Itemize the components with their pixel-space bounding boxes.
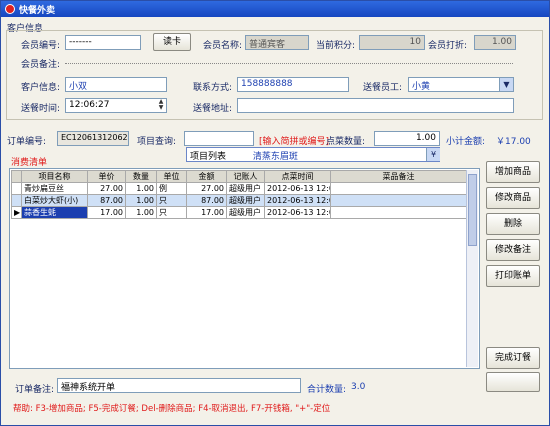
total-qty-label: 合计数量: — [307, 385, 347, 395]
member-id-label: 会员编号: — [21, 41, 61, 51]
column-header[interactable]: 金额 — [186, 170, 227, 183]
cell-time: 2012-06-13 12:07 — [264, 194, 331, 207]
column-header[interactable]: 点菜时间 — [264, 170, 331, 183]
finish-order-button[interactable]: 完成订餐 — [486, 347, 540, 369]
current-row-icon: ▶ — [11, 206, 22, 219]
cell-unit: 例 — [156, 182, 187, 195]
cell-clerk: 超级用户 — [226, 206, 265, 219]
print-bill-button[interactable]: 打印账单 — [486, 265, 540, 287]
column-header[interactable]: 数量 — [125, 170, 157, 183]
window-title: 快餐外卖 — [19, 6, 56, 16]
column-header[interactable]: 菜品备注 — [330, 170, 467, 183]
cell-price: 87.00 — [87, 194, 126, 207]
row-indicator — [11, 182, 22, 195]
total-qty-value: 3.0 — [351, 382, 366, 392]
customer-info-field[interactable]: 小双 — [65, 77, 167, 92]
courier-label: 送餐员工: — [363, 83, 403, 93]
time-spinner-icon[interactable]: ▲ ▼ — [156, 99, 166, 112]
cell-clerk: 超级用户 — [226, 182, 265, 195]
cell-time: 2012-06-13 12:07 — [264, 182, 331, 195]
add-item-button[interactable]: 增加商品 — [486, 161, 540, 183]
qty-label: 点菜数量: — [326, 137, 366, 147]
cell-amount: 27.00 — [186, 182, 227, 195]
member-name-label: 会员名称: — [203, 41, 243, 51]
table-scrollbar[interactable] — [466, 170, 478, 367]
member-name-field: 普通宾客 — [245, 35, 309, 50]
cell-qty: 1.00 — [125, 194, 157, 207]
customer-info-label: 客户信息: — [21, 83, 61, 93]
query-label: 项目查询: — [137, 137, 177, 147]
delivery-time-field[interactable]: 12:06:27 — [65, 98, 167, 113]
order-remark-label: 订单备注: — [15, 385, 55, 395]
table-header: 项目名称 单价 数量 单位 金额 记账人 点菜时间 菜品备注 — [11, 170, 467, 183]
points-field: 10 — [359, 35, 425, 50]
phone-field[interactable]: 158888888 — [237, 77, 349, 92]
cell-qty: 1.00 — [125, 206, 157, 219]
column-header[interactable]: 单位 — [156, 170, 187, 183]
cancel-button[interactable] — [486, 372, 540, 392]
cell-clerk: 超级用户 — [226, 194, 265, 207]
chevron-down-icon[interactable]: ▼ — [499, 78, 513, 91]
modify-note-button[interactable]: 修改备注 — [486, 239, 540, 261]
cell-price: 17.00 — [87, 206, 126, 219]
subtotal-label: 小计金额: — [446, 137, 486, 147]
column-header[interactable]: 单价 — [87, 170, 126, 183]
phone-label: 联系方式: — [193, 83, 233, 93]
title-bar: 快餐外卖 — [1, 1, 549, 17]
query-hint: [输入简拼或编号] — [259, 137, 330, 147]
cell-amount: 87.00 — [186, 194, 227, 207]
delivery-address-label: 送餐地址: — [193, 104, 233, 114]
row-indicator-header — [11, 170, 22, 183]
read-card-button[interactable]: 读卡 — [153, 33, 191, 51]
qty-input[interactable]: 1.00 — [374, 131, 440, 146]
cell-unit: 只 — [156, 206, 187, 219]
table-row[interactable]: 青炒扁豆丝 27.00 1.00 例 27.00 超级用户 2012-06-13… — [11, 182, 467, 195]
member-remark-line — [65, 63, 513, 64]
project-list-label: 项目列表 — [190, 152, 227, 162]
app-window: 快餐外卖 客户信息 会员编号: ------- 读卡 会员名称: 普通宾客 当前… — [0, 0, 550, 426]
cell-qty: 1.00 — [125, 182, 157, 195]
consumption-title: 消费清单 — [11, 158, 48, 168]
cell-amount: 17.00 — [186, 206, 227, 219]
app-icon — [5, 4, 15, 14]
order-number-field: EC120613120628 — [57, 131, 129, 146]
points-label: 当前积分: — [316, 41, 356, 51]
discount-field: 1.00 — [474, 35, 516, 50]
consumption-table: 项目名称 单价 数量 单位 金额 记账人 点菜时间 菜品备注 青炒扁豆丝 27.… — [11, 170, 467, 219]
cell-name: 青炒扁豆丝 — [21, 182, 88, 195]
member-remark-label: 会员备注: — [21, 60, 61, 70]
help-text: 帮助: F3-增加商品; F5-完成订餐; Del-删除商品; F4-取消退出,… — [13, 404, 331, 414]
project-list-value: 清蒸东眉斑 — [252, 152, 298, 162]
row-indicator — [11, 194, 22, 207]
order-remark-field[interactable]: 福神系统开单 — [57, 378, 301, 393]
column-header[interactable]: 记账人 — [226, 170, 265, 183]
cell-name: 白菜炒大虾(小) — [21, 194, 88, 207]
delivery-time-label: 送餐时间: — [21, 104, 61, 114]
cell-note — [330, 182, 467, 195]
table-row[interactable]: 白菜炒大虾(小) 87.00 1.00 只 87.00 超级用户 2012-06… — [11, 194, 467, 207]
cell-note — [330, 194, 467, 207]
discount-label: 会员打折: — [428, 41, 468, 51]
query-input[interactable] — [184, 131, 254, 146]
cell-unit: 只 — [156, 194, 187, 207]
order-number-label: 订单编号: — [7, 137, 47, 147]
delivery-address-field[interactable] — [237, 98, 514, 113]
modify-item-button[interactable]: 修改商品 — [486, 187, 540, 209]
cell-note — [330, 206, 467, 219]
expand-icon[interactable]: ¥ — [426, 148, 440, 161]
cell-name: 蒜香生蚝 — [21, 206, 88, 219]
project-list-dropdown[interactable]: 项目列表 清蒸东眉斑 — [186, 147, 440, 162]
scrollbar-thumb[interactable] — [468, 174, 477, 246]
column-header[interactable]: 项目名称 — [21, 170, 88, 183]
member-id-field[interactable]: ------- — [65, 35, 141, 50]
cell-price: 27.00 — [87, 182, 126, 195]
subtotal-value: ￥17.00 — [496, 137, 531, 147]
delete-button[interactable]: 删除 — [486, 213, 540, 235]
cell-time: 2012-06-13 12:08 — [264, 206, 331, 219]
table-row[interactable]: ▶ 蒜香生蚝 17.00 1.00 只 17.00 超级用户 2012-06-1… — [11, 206, 467, 219]
